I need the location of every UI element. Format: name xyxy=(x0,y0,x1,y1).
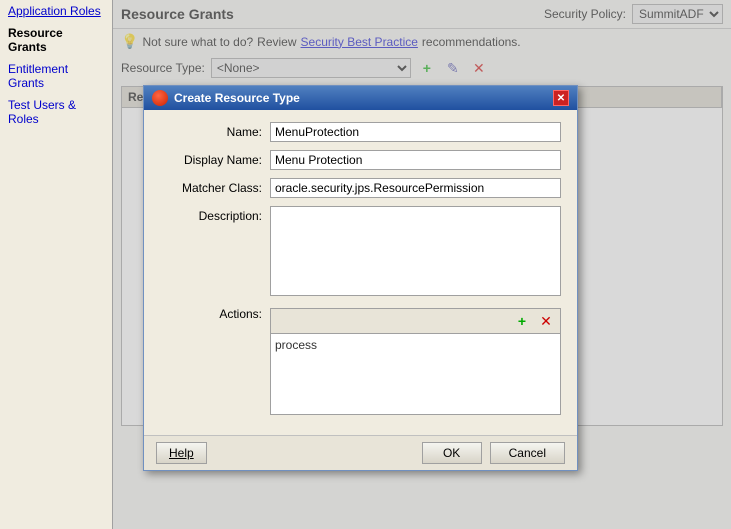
add-action-button[interactable]: + xyxy=(512,311,532,331)
matcher-class-input[interactable] xyxy=(270,178,561,198)
sidebar-item-test-users-roles[interactable]: Test Users & Roles xyxy=(0,94,112,130)
dialog-title: Create Resource Type xyxy=(174,91,300,105)
help-button[interactable]: Help xyxy=(156,442,207,464)
help-button-label: Help xyxy=(169,446,194,460)
dialog-titlebar: Create Resource Type ✕ xyxy=(144,86,577,110)
actions-area-container: + ✕ process xyxy=(270,304,561,415)
dialog-body: Name: Display Name: Matcher Class: Descr… xyxy=(144,110,577,435)
description-input[interactable] xyxy=(270,206,561,296)
remove-action-button[interactable]: ✕ xyxy=(536,311,556,331)
sidebar: Application Roles Resource Grants Entitl… xyxy=(0,0,113,529)
description-label: Description: xyxy=(160,206,270,223)
display-name-input[interactable] xyxy=(270,150,561,170)
main-content: Resource Grants Security Policy: SummitA… xyxy=(113,0,731,529)
footer-right-buttons: OK Cancel xyxy=(422,442,565,464)
cancel-button[interactable]: Cancel xyxy=(490,442,565,464)
actions-toolbar: + ✕ xyxy=(271,309,560,334)
name-label: Name: xyxy=(160,122,270,139)
create-resource-type-dialog: Create Resource Type ✕ Name: Display Nam… xyxy=(143,85,578,471)
sidebar-item-entitlement-grants[interactable]: Entitlement Grants xyxy=(0,58,112,94)
dialog-app-icon xyxy=(152,90,168,106)
actions-label: Actions: xyxy=(160,304,270,321)
ok-button[interactable]: OK xyxy=(422,442,482,464)
description-row: Description: xyxy=(160,206,561,296)
dialog-titlebar-left: Create Resource Type xyxy=(152,90,300,106)
sidebar-item-application-roles[interactable]: Application Roles xyxy=(0,0,112,22)
display-name-label: Display Name: xyxy=(160,150,270,167)
dialog-close-button[interactable]: ✕ xyxy=(553,90,569,106)
name-input[interactable] xyxy=(270,122,561,142)
actions-list: process xyxy=(271,334,560,414)
actions-row: Actions: + ✕ process xyxy=(160,304,561,415)
dialog-footer: Help OK Cancel xyxy=(144,435,577,470)
display-name-row: Display Name: xyxy=(160,150,561,170)
name-row: Name: xyxy=(160,122,561,142)
matcher-class-label: Matcher Class: xyxy=(160,178,270,195)
actions-area: + ✕ process xyxy=(270,308,561,415)
action-item: process xyxy=(275,338,556,352)
sidebar-item-resource-grants: Resource Grants xyxy=(0,22,112,58)
matcher-class-row: Matcher Class: xyxy=(160,178,561,198)
